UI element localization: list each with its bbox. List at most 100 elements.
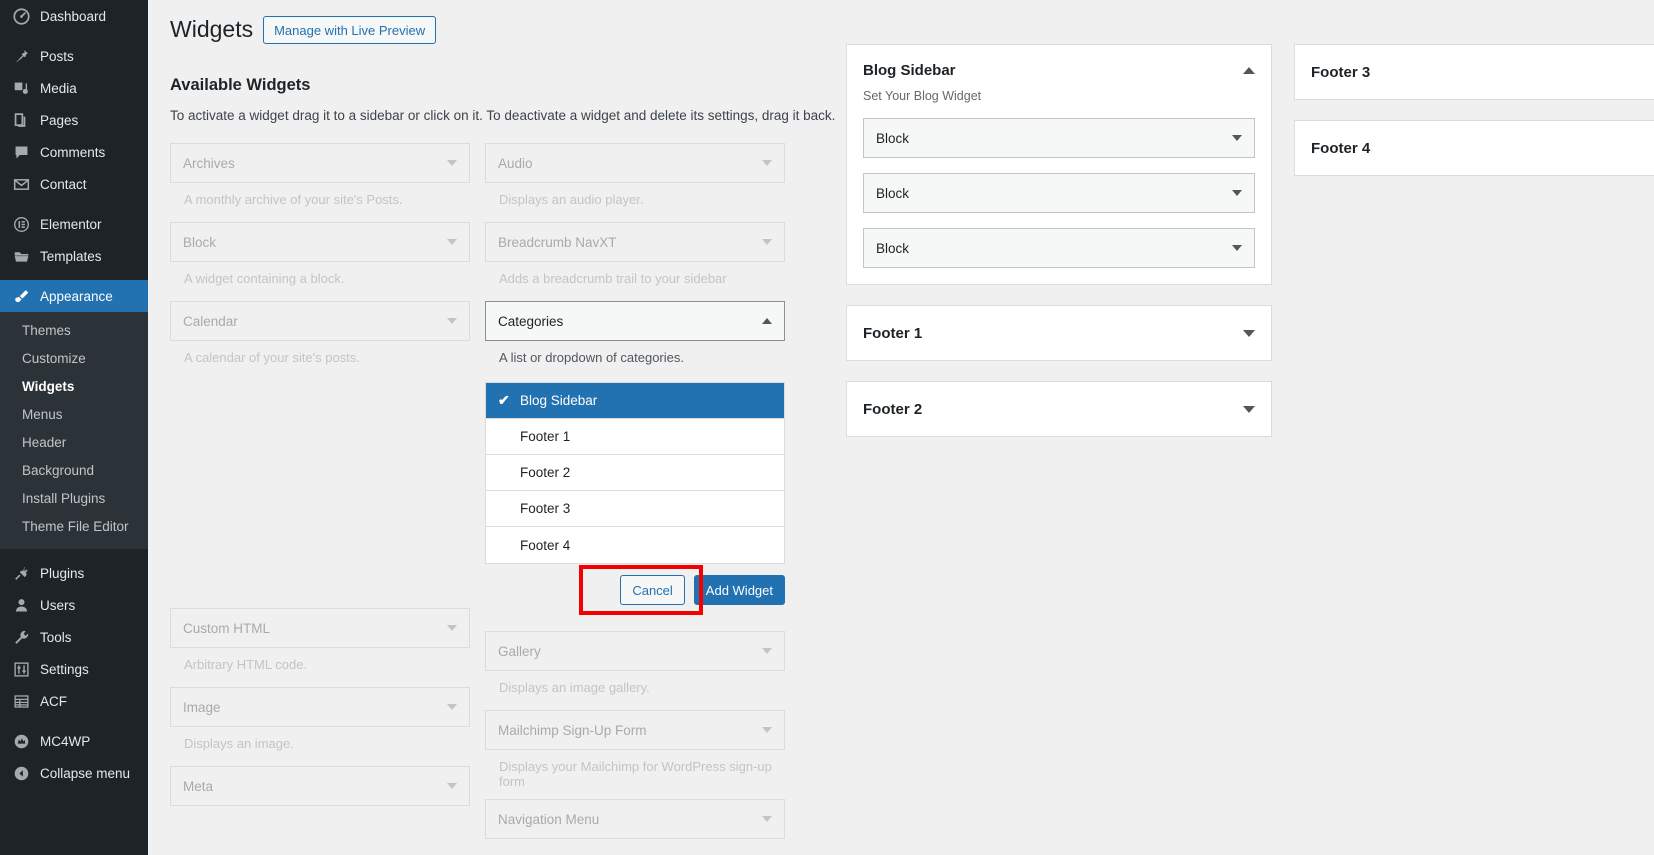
chevron-down-icon[interactable] — [762, 160, 772, 166]
sidebar-item-tools[interactable]: Tools — [0, 621, 148, 653]
sidebar-item-themes[interactable]: Themes — [0, 317, 148, 345]
sidebar-option-label: Footer 4 — [520, 537, 571, 553]
sidebar-panel-footer-3[interactable]: Footer 3 — [1294, 44, 1654, 100]
chevron-down-icon[interactable] — [447, 783, 457, 789]
sidebar-item-customize[interactable]: Customize — [0, 345, 148, 373]
widget-archives[interactable]: Archives — [170, 143, 470, 183]
widget-breadcrumb-navxt[interactable]: Breadcrumb NavXT — [485, 222, 785, 262]
chevron-down-icon[interactable] — [447, 704, 457, 710]
elementor-icon — [11, 214, 31, 234]
sidebar-item-menus[interactable]: Menus — [0, 401, 148, 429]
widget-meta[interactable]: Meta — [170, 766, 470, 806]
brush-icon — [11, 286, 31, 306]
sidebar-option-footer-3[interactable]: ✔ Footer 3 — [486, 491, 784, 527]
chevron-down-icon[interactable] — [1232, 245, 1242, 251]
sidebar-item-mc4wp[interactable]: MC4WP — [0, 725, 148, 757]
folder-icon — [11, 246, 31, 266]
widget-description: A calendar of your site's posts. — [184, 350, 360, 365]
sidebar-item-theme-file-editor[interactable]: Theme File Editor — [0, 513, 148, 541]
comments-icon — [11, 142, 31, 162]
sidebar-option-label: Blog Sidebar — [520, 393, 598, 408]
chevron-down-icon[interactable] — [762, 816, 772, 822]
sidebar-widget-block-1[interactable]: Block — [863, 118, 1255, 158]
sidebar-panel-footer-2[interactable]: Footer 2 — [846, 381, 1272, 437]
sidebar-item-label: Pages — [40, 112, 79, 128]
widget-title: Categories — [498, 313, 564, 329]
sidebar-item-media[interactable]: Media — [0, 72, 148, 104]
chevron-down-icon[interactable] — [447, 625, 457, 631]
sidebar-item-widgets[interactable]: Widgets — [0, 373, 148, 401]
widget-calendar[interactable]: Calendar — [170, 301, 470, 341]
chevron-down-icon[interactable] — [1232, 190, 1242, 196]
widget-custom-html[interactable]: Custom HTML — [170, 608, 470, 648]
manage-with-live-preview-button[interactable]: Manage with Live Preview — [263, 16, 437, 44]
widget-description: A monthly archive of your site's Posts. — [184, 192, 403, 207]
sidebar-item-settings[interactable]: Settings — [0, 653, 148, 685]
chevron-down-icon[interactable] — [447, 318, 457, 324]
sidebar-item-pages[interactable]: Pages — [0, 104, 148, 136]
sidebar-item-appearance[interactable]: Appearance — [0, 280, 148, 312]
chevron-down-icon[interactable] — [762, 239, 772, 245]
sidebar-option-footer-1[interactable]: ✔ Footer 1 — [486, 419, 784, 455]
chevron-down-icon[interactable] — [1243, 329, 1255, 337]
check-icon: ✔ — [498, 392, 510, 408]
sidebar-item-label: ACF — [40, 693, 67, 709]
chevron-up-icon[interactable] — [762, 318, 772, 324]
sidebar-option-blog-sidebar[interactable]: ✔ Blog Sidebar — [486, 383, 784, 419]
widget-title: Audio — [498, 155, 533, 171]
widget-gallery[interactable]: Gallery — [485, 631, 785, 671]
chevron-down-icon[interactable] — [1243, 405, 1255, 413]
sidebar-item-background[interactable]: Background — [0, 457, 148, 485]
sidebar-panel-blog-sidebar[interactable]: Blog Sidebar Set Your Blog Widget Block … — [846, 44, 1272, 285]
widget-categories[interactable]: Categories — [485, 301, 785, 341]
chevron-down-icon[interactable] — [1232, 135, 1242, 141]
appearance-submenu: Themes Customize Widgets Menus Header Ba… — [0, 312, 148, 549]
widget-block[interactable]: Block — [170, 222, 470, 262]
submenu-label: Menus — [22, 407, 63, 422]
sidebar-panel-footer-4[interactable]: Footer 4 — [1294, 120, 1654, 176]
sidebar-item-plugins[interactable]: Plugins — [0, 557, 148, 589]
available-widgets-column-right: Audio Displays an audio player. Breadcru… — [485, 143, 785, 839]
sidebar-item-header[interactable]: Header — [0, 429, 148, 457]
sidebar-item-install-plugins[interactable]: Install Plugins — [0, 485, 148, 513]
sidebar-widget-block-2[interactable]: Block — [863, 173, 1255, 213]
check-icon: ✔ — [498, 464, 520, 481]
widget-description: Displays an image. — [184, 736, 294, 751]
widget-navigation-menu[interactable]: Navigation Menu — [485, 799, 785, 839]
wrench-icon — [11, 627, 31, 647]
sidebar-target-list[interactable]: ✔ Blog Sidebar ✔ Footer 1 ✔ Footer 2 ✔ F… — [485, 382, 785, 564]
add-widget-button[interactable]: Add Widget — [693, 575, 785, 605]
user-icon — [11, 595, 31, 615]
sidebar-option-label: Footer 3 — [520, 501, 571, 516]
sidebar-item-posts[interactable]: Posts — [0, 40, 148, 72]
sidebar-widget-block-3[interactable]: Block — [863, 228, 1255, 268]
widget-audio[interactable]: Audio — [485, 143, 785, 183]
sidebar-item-users[interactable]: Users — [0, 589, 148, 621]
sidebar-item-contact[interactable]: Contact — [0, 168, 148, 200]
chevron-down-icon[interactable] — [762, 727, 772, 733]
chevron-up-icon[interactable] — [1243, 67, 1255, 74]
sidebar-panel-footer-1[interactable]: Footer 1 — [846, 305, 1272, 361]
widget-image[interactable]: Image — [170, 687, 470, 727]
sidebar-option-footer-4[interactable]: ✔ Footer 4 — [486, 527, 784, 563]
mailchimp-icon — [11, 731, 31, 751]
sidebar-item-elementor[interactable]: Elementor — [0, 208, 148, 240]
sidebar-option-footer-2[interactable]: ✔ Footer 2 — [486, 455, 784, 491]
widget-title: Navigation Menu — [498, 811, 600, 827]
sidebars-column-2: Footer 3 Footer 4 — [1294, 44, 1654, 457]
pages-icon — [11, 110, 31, 130]
chevron-down-icon[interactable] — [762, 648, 772, 654]
sidebar-item-collapse-menu[interactable]: Collapse menu — [0, 757, 148, 789]
widget-title: Calendar — [183, 313, 238, 329]
widget-description: Displays an audio player. — [499, 192, 644, 207]
chevron-down-icon[interactable] — [447, 160, 457, 166]
cancel-button[interactable]: Cancel — [620, 575, 685, 605]
sidebar-option-label: Footer 2 — [520, 465, 571, 480]
widget-mailchimp-signup-form[interactable]: Mailchimp Sign-Up Form — [485, 710, 785, 750]
sidebar-item-label: Tools — [40, 629, 72, 645]
sidebar-item-comments[interactable]: Comments — [0, 136, 148, 168]
sidebar-item-dashboard[interactable]: Dashboard — [0, 0, 148, 32]
sidebar-item-templates[interactable]: Templates — [0, 240, 148, 272]
chevron-down-icon[interactable] — [447, 239, 457, 245]
sidebar-item-acf[interactable]: ACF — [0, 685, 148, 717]
